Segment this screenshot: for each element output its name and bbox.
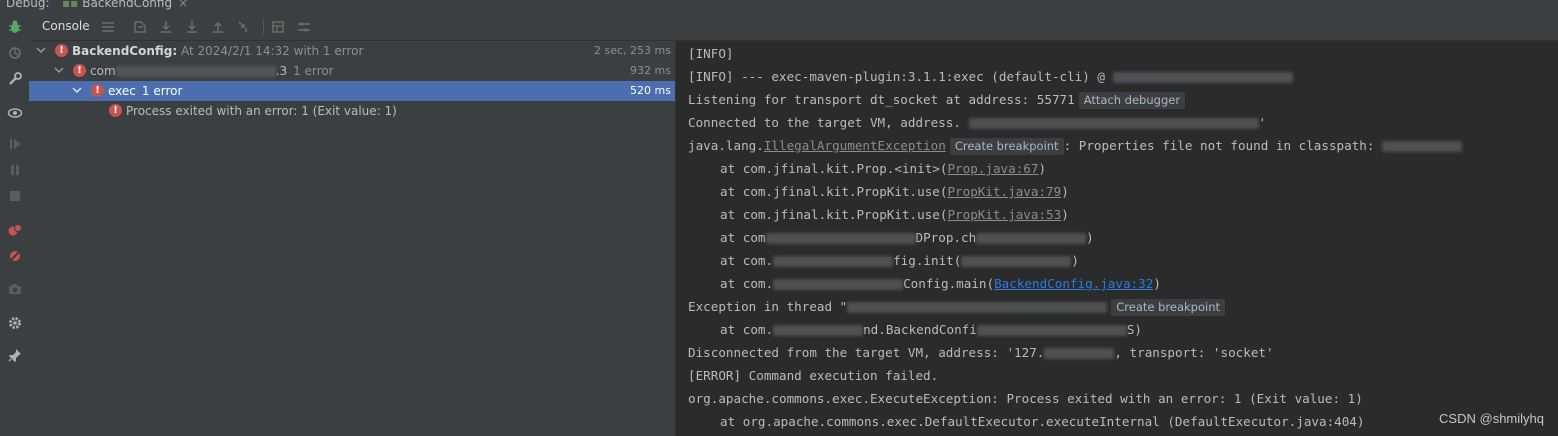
evaluate-expression-icon[interactable] [269,18,287,36]
debug-side-toolbar [0,13,30,436]
mute-breakpoints-icon[interactable] [5,246,24,265]
debug-label: Debug: [6,0,50,10]
console-line: Connected to the target VM, address. ' [688,115,1267,130]
step-out-icon[interactable] [209,18,227,36]
tree-row-label: Process exited with an error: 1 (Exit va… [126,104,397,118]
step-into-icon[interactable] [183,18,201,36]
console-line: at com.jfinal.kit.PropKit.use(PropKit.ja… [720,207,1069,222]
console-line: at com DProp.ch) [720,230,1094,245]
console-line: [ERROR] Command execution failed. [688,368,939,383]
chevron-down-icon[interactable] [71,84,83,96]
tree-row-process-error[interactable]: ! Process exited with an error: 1 (Exit … [29,101,675,121]
tree-row-exec[interactable]: ! exec 1 error 520 ms [29,81,675,101]
source-link[interactable]: PropKit.java:53 [947,207,1061,222]
attach-debugger-hint[interactable]: Attach debugger [1078,92,1186,109]
console-line: at com. nd.BackendConfi S) [720,322,1142,337]
console-line: Listening for transport dt_socket at add… [688,90,1186,110]
wrench-icon[interactable] [5,69,24,88]
toolbar-separator [263,19,264,35]
debug-toolbar: Console [29,13,1558,41]
console-line: java.lang.IllegalArgumentException Create… [688,136,1463,156]
duration-label: 932 ms [630,64,671,77]
tree-row-backendconfig[interactable]: ! BackendConfig: At 2024/2/1 14:32 with … [29,41,675,61]
duration-label: 2 sec, 253 ms [594,44,671,57]
run-to-cursor-icon[interactable] [235,18,253,36]
menu-lines-icon[interactable] [99,18,117,36]
tree-row-label: com .3 1 error [90,64,334,78]
tree-row-label: exec 1 error [108,84,183,98]
pause-icon[interactable] [5,160,24,179]
create-breakpoint-hint[interactable]: Create breakpoint [949,138,1064,155]
run-config-icon: ▪▪ [62,0,79,10]
console-line: Disconnected from the target VM, address… [688,345,1274,360]
error-icon: ! [55,44,68,57]
console-output[interactable]: [INFO] [INFO] --- exec-maven-plugin:3.1.… [676,41,1558,436]
error-icon: ! [91,84,104,97]
watermark: CSDN @shmilyhq [1439,411,1544,426]
pin-icon[interactable] [5,345,24,364]
step-over-icon[interactable] [157,18,175,36]
trace-settings-icon[interactable] [295,18,313,36]
stop-icon[interactable] [5,186,24,205]
source-link[interactable]: Prop.java:67 [947,161,1038,176]
error-icon: ! [73,64,86,77]
test-results-tree: ! BackendConfig: At 2024/2/1 14:32 with … [29,41,676,436]
console-line: [INFO] [688,46,734,61]
rerun-bug-icon[interactable] [5,17,24,36]
duration-label: 520 ms [630,84,671,97]
console-line: [INFO] --- exec-maven-plugin:3.1.1:exec … [688,67,1293,87]
view-breakpoints-eye-icon[interactable] [5,103,24,122]
console-line: org.apache.commons.exec.ExecuteException… [688,391,1363,406]
chevron-down-icon[interactable] [35,44,47,56]
console-line: at com.jfinal.kit.PropKit.use(PropKit.ja… [720,184,1069,199]
create-breakpoint-hint[interactable]: Create breakpoint [1111,299,1225,316]
source-link[interactable]: BackendConfig.java:32 [994,276,1153,291]
exception-link[interactable]: IllegalArgumentException [764,138,946,153]
chevron-down-icon[interactable] [53,64,65,76]
run-tab-label: BackendConfig [82,0,173,10]
show-execution-point-icon[interactable] [131,18,149,36]
debug-tool-window-header: Debug: ▪▪ BackendConfig × [0,0,1558,13]
console-line: at com.jfinal.kit.Prop.<init>(Prop.java:… [720,161,1047,176]
tab-console[interactable]: Console [33,13,99,40]
tree-row-label: BackendConfig: At 2024/2/1 14:32 with 1 … [72,44,364,58]
view-breakpoints-icon[interactable] [5,220,24,239]
close-tab-icon[interactable]: × [178,0,188,10]
console-line: at com. fig.init() [720,253,1079,268]
camera-icon[interactable] [5,279,24,298]
console-line: at org.apache.commons.exec.DefaultExecut… [720,414,1365,429]
settings-gear-icon[interactable] [5,313,24,332]
console-line: Exception in thread " Create breakpoint [688,297,1225,317]
restore-layout-icon[interactable] [5,43,24,62]
tree-row-module[interactable]: ! com .3 1 error 932 ms [29,61,675,81]
resume-icon[interactable] [5,134,24,153]
console-line: at com. Config.main(BackendConfig.java:32… [720,276,1161,291]
run-tab-backendconfig[interactable]: ▪▪ BackendConfig × [62,0,202,13]
source-link[interactable]: PropKit.java:79 [947,184,1061,199]
error-icon: ! [109,104,122,117]
